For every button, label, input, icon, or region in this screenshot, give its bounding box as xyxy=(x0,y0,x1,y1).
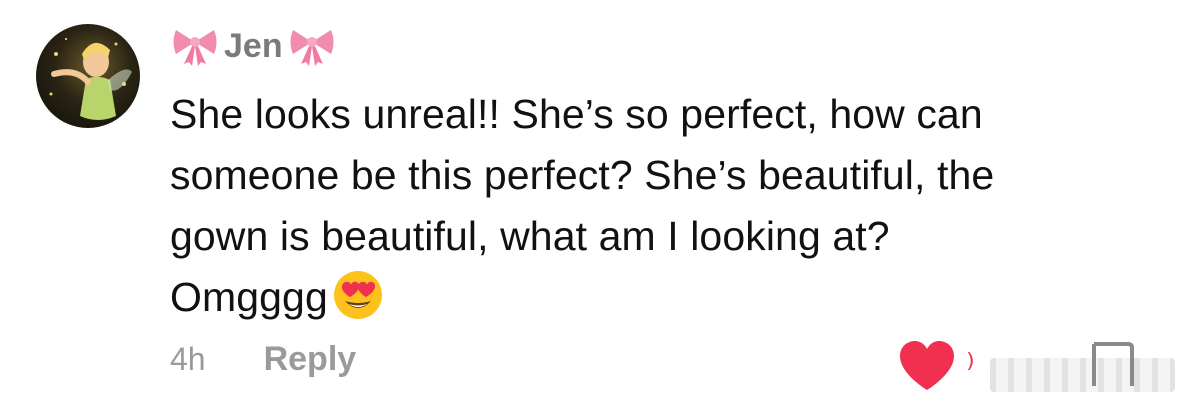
like-count-partial: ⁾ xyxy=(966,346,975,387)
comment-line: gown is beautiful, what am I looking at? xyxy=(170,213,890,259)
avatar[interactable] xyxy=(36,24,140,128)
comment-line: Omgggg xyxy=(170,267,1155,328)
comment-meta: 4h Reply xyxy=(170,340,356,379)
reply-button[interactable]: Reply xyxy=(264,340,357,379)
username[interactable]: Jen xyxy=(224,27,283,66)
comment-line-text: Omgggg xyxy=(170,274,328,320)
dislike-icon[interactable] xyxy=(1088,340,1134,390)
comment-text: She looks unreal!! She’s so perfect, how… xyxy=(170,84,1155,328)
comment-line: someone be this perfect? She’s beautiful… xyxy=(170,152,995,198)
username-row[interactable]: Jen xyxy=(170,26,337,66)
pink-bow-icon xyxy=(173,30,217,66)
heart-eyes-emoji-icon xyxy=(333,271,382,319)
timestamp: 4h xyxy=(170,341,206,377)
blurred-overlay xyxy=(990,358,1175,392)
comment-line: She looks unreal!! She’s so perfect, how… xyxy=(170,91,983,137)
fairy-avatar-icon xyxy=(49,38,132,120)
heart-like-icon[interactable] xyxy=(898,340,956,392)
pink-bow-icon xyxy=(290,30,334,66)
